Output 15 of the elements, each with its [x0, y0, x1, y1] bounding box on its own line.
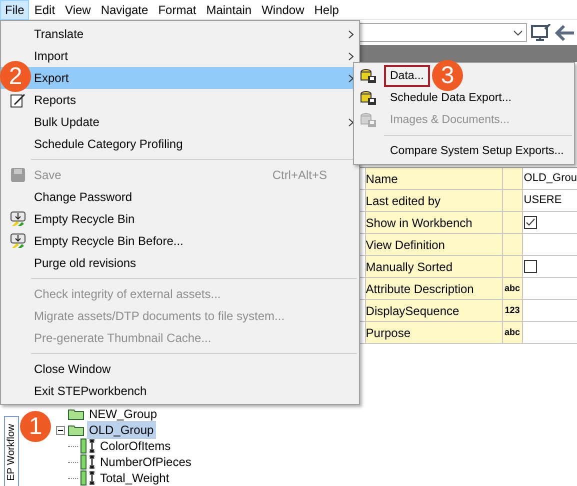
- type-cell: 123: [502, 300, 523, 321]
- property-name: View Definition: [366, 234, 503, 255]
- shortcut-label: Ctrl+Alt+S: [272, 167, 327, 184]
- property-name: Manually Sorted: [366, 256, 503, 277]
- property-value: OLD_Grou: [524, 171, 577, 186]
- property-name: Name: [366, 168, 503, 189]
- property-name: Attribute Description: [366, 278, 503, 299]
- step-number-badge: 1: [20, 411, 51, 442]
- property-name: Show in Workbench: [366, 212, 503, 233]
- property-name: DisplaySequence: [366, 300, 503, 321]
- type-cell: abc: [502, 278, 523, 299]
- property-name: Purpose: [366, 322, 503, 343]
- property-value: USERE: [524, 193, 562, 208]
- property-name: Last edited by: [366, 190, 503, 211]
- type-cell: abc: [502, 322, 523, 343]
